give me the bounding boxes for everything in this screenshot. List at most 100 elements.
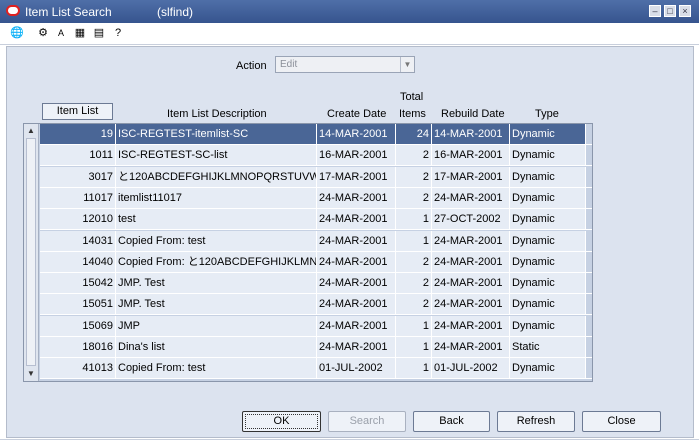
cell-type[interactable]: Dynamic — [510, 294, 586, 316]
cell-item-list[interactable]: 41013 — [40, 358, 116, 380]
cell-description[interactable]: test — [116, 209, 317, 231]
cell-description[interactable]: JMP. Test — [116, 294, 317, 316]
cell-type[interactable]: Dynamic — [510, 273, 586, 295]
table-row[interactable]: 14031 Copied From: test 24-MAR-2001 1 24-MAR… — [40, 230, 592, 252]
cell-type[interactable]: Dynamic — [510, 166, 586, 188]
cell-total-items[interactable]: 2 — [396, 187, 432, 209]
table-row[interactable]: 15042 JMP. Test 24-MAR-2001 2 24-MAR-2001 Dyn… — [40, 273, 592, 295]
action-select[interactable]: Edit ▼ — [275, 56, 415, 73]
table-row[interactable]: 18016 Dina's list 24-MAR-2001 1 24-MAR-2001 S… — [40, 337, 592, 358]
close-button[interactable]: Close — [582, 411, 661, 432]
cell-description[interactable]: JMP. Test — [116, 273, 317, 295]
cell-create-date[interactable]: 24-MAR-2001 — [317, 251, 396, 273]
back-button[interactable]: Back — [413, 411, 490, 432]
notes-icon[interactable]: ▤ — [91, 25, 107, 41]
cell-rebuild-date[interactable]: 16-MAR-2001 — [432, 145, 510, 167]
table-row[interactable]: 41013 Copied From: test 01-JUL-2002 1 01-JUL… — [40, 358, 592, 380]
calendar-icon[interactable]: ▦ — [72, 25, 88, 41]
cell-rebuild-date[interactable]: 24-MAR-2001 — [432, 273, 510, 295]
cell-rebuild-date[interactable]: 17-MAR-2001 — [432, 166, 510, 188]
cell-create-date[interactable]: 17-MAR-2001 — [317, 166, 396, 188]
scroll-up-icon[interactable]: ▲ — [27, 126, 35, 135]
cell-rebuild-date[interactable]: 27-OCT-2002 — [432, 209, 510, 231]
font-icon[interactable]: A — [53, 25, 69, 41]
globe-icon[interactable]: 🌐 — [9, 25, 25, 41]
cell-description[interactable]: JMP — [116, 315, 317, 337]
search-button[interactable]: Search — [328, 411, 406, 432]
cell-rebuild-date[interactable]: 24-MAR-2001 — [432, 315, 510, 337]
cell-total-items[interactable]: 1 — [396, 230, 432, 252]
cell-item-list[interactable]: 14040 — [40, 251, 116, 273]
cell-description[interactable]: Copied From: test — [116, 230, 317, 252]
cell-rebuild-date[interactable]: 01-JUL-2002 — [432, 358, 510, 380]
cell-item-list[interactable]: 12010 — [40, 209, 116, 231]
cell-rebuild-date[interactable]: 14-MAR-2001 — [432, 124, 510, 145]
table-row[interactable]: 19 ISC-REGTEST-itemlist-SC 14-MAR-2001 24 14… — [40, 124, 592, 145]
close-icon[interactable]: × — [679, 5, 691, 17]
cell-total-items[interactable]: 2 — [396, 294, 432, 316]
help-icon[interactable]: ? — [110, 25, 126, 41]
cell-create-date[interactable]: 24-MAR-2001 — [317, 315, 396, 337]
table-row[interactable]: 12010 test 24-MAR-2001 1 27-OCT-2002 Dynamic — [40, 209, 592, 231]
table-row[interactable]: 3017 と120ABCDEFGHIJKLMNOPQRSTUVWX\ 17-MAR-… — [40, 166, 592, 188]
cell-item-list[interactable]: 15069 — [40, 315, 116, 337]
column-header-item-list[interactable]: Item List — [42, 103, 113, 120]
cell-item-list[interactable]: 15051 — [40, 294, 116, 316]
cell-description[interactable]: Copied From: test — [116, 358, 317, 380]
cell-total-items[interactable]: 1 — [396, 337, 432, 358]
cell-type[interactable]: Dynamic — [510, 187, 586, 209]
table-row[interactable]: 15051 JMP. Test 24-MAR-2001 2 24-MAR-2001 Dyn… — [40, 294, 592, 316]
vertical-scrollbar[interactable]: ▲ ▼ — [24, 124, 39, 381]
cell-create-date[interactable]: 01-JUL-2002 — [317, 358, 396, 380]
cell-rebuild-date[interactable]: 24-MAR-2001 — [432, 187, 510, 209]
cell-type[interactable]: Dynamic — [510, 145, 586, 167]
cell-create-date[interactable]: 24-MAR-2001 — [317, 187, 396, 209]
table-row[interactable]: 14040 Copied From: と120ABCDEFGHIJKLMNOF 24… — [40, 251, 592, 273]
cell-item-list[interactable]: 14031 — [40, 230, 116, 252]
cell-type[interactable]: Static — [510, 337, 586, 358]
cell-item-list[interactable]: 3017 — [40, 166, 116, 188]
scrollbar-thumb[interactable] — [26, 138, 36, 366]
cell-description[interactable]: ISC-REGTEST-SC-list — [116, 145, 317, 167]
cell-item-list[interactable]: 1011 — [40, 145, 116, 167]
cell-type[interactable]: Dynamic — [510, 358, 586, 380]
table-row[interactable]: 1011 ISC-REGTEST-SC-list 16-MAR-2001 2 16-MA… — [40, 145, 592, 167]
cell-description[interactable]: Copied From: と120ABCDEFGHIJKLMNOF — [116, 251, 317, 273]
cell-create-date[interactable]: 14-MAR-2001 — [317, 124, 396, 145]
cell-description[interactable]: Dina's list — [116, 337, 317, 358]
cell-type[interactable]: Dynamic — [510, 209, 586, 231]
cell-type[interactable]: Dynamic — [510, 315, 586, 337]
cell-item-list[interactable]: 15042 — [40, 273, 116, 295]
cell-total-items[interactable]: 1 — [396, 315, 432, 337]
cell-total-items[interactable]: 2 — [396, 145, 432, 167]
cell-item-list[interactable]: 11017 — [40, 187, 116, 209]
maximize-icon[interactable]: □ — [664, 5, 676, 17]
cell-create-date[interactable]: 24-MAR-2001 — [317, 230, 396, 252]
refresh-button[interactable]: Refresh — [497, 411, 575, 432]
table-row[interactable]: 15069 JMP 24-MAR-2001 1 24-MAR-2001 Dynamic — [40, 315, 592, 337]
cell-rebuild-date[interactable]: 24-MAR-2001 — [432, 337, 510, 358]
cell-total-items[interactable]: 1 — [396, 209, 432, 231]
cell-type[interactable]: Dynamic — [510, 251, 586, 273]
cell-create-date[interactable]: 24-MAR-2001 — [317, 294, 396, 316]
cell-total-items[interactable]: 2 — [396, 166, 432, 188]
cell-total-items[interactable]: 24 — [396, 124, 432, 145]
cell-item-list[interactable]: 19 — [40, 124, 116, 145]
cell-create-date[interactable]: 16-MAR-2001 — [317, 145, 396, 167]
ok-button[interactable]: OK — [242, 411, 321, 432]
cell-type[interactable]: Dynamic — [510, 230, 586, 252]
cell-rebuild-date[interactable]: 24-MAR-2001 — [432, 294, 510, 316]
cell-type[interactable]: Dynamic — [510, 124, 586, 145]
cell-total-items[interactable]: 2 — [396, 251, 432, 273]
cell-description[interactable]: と120ABCDEFGHIJKLMNOPQRSTUVWX\ — [116, 166, 317, 188]
cell-rebuild-date[interactable]: 24-MAR-2001 — [432, 251, 510, 273]
scroll-down-icon[interactable]: ▼ — [27, 369, 35, 378]
cell-create-date[interactable]: 24-MAR-2001 — [317, 209, 396, 231]
settings-icon[interactable]: ⚙ — [35, 25, 51, 41]
cell-total-items[interactable]: 2 — [396, 273, 432, 295]
table-row[interactable]: 11017 itemlist11017 24-MAR-2001 2 24-MAR-200… — [40, 187, 592, 209]
cell-description[interactable]: itemlist11017 — [116, 187, 317, 209]
cell-item-list[interactable]: 18016 — [40, 337, 116, 358]
cell-rebuild-date[interactable]: 24-MAR-2001 — [432, 230, 510, 252]
cell-create-date[interactable]: 24-MAR-2001 — [317, 337, 396, 358]
